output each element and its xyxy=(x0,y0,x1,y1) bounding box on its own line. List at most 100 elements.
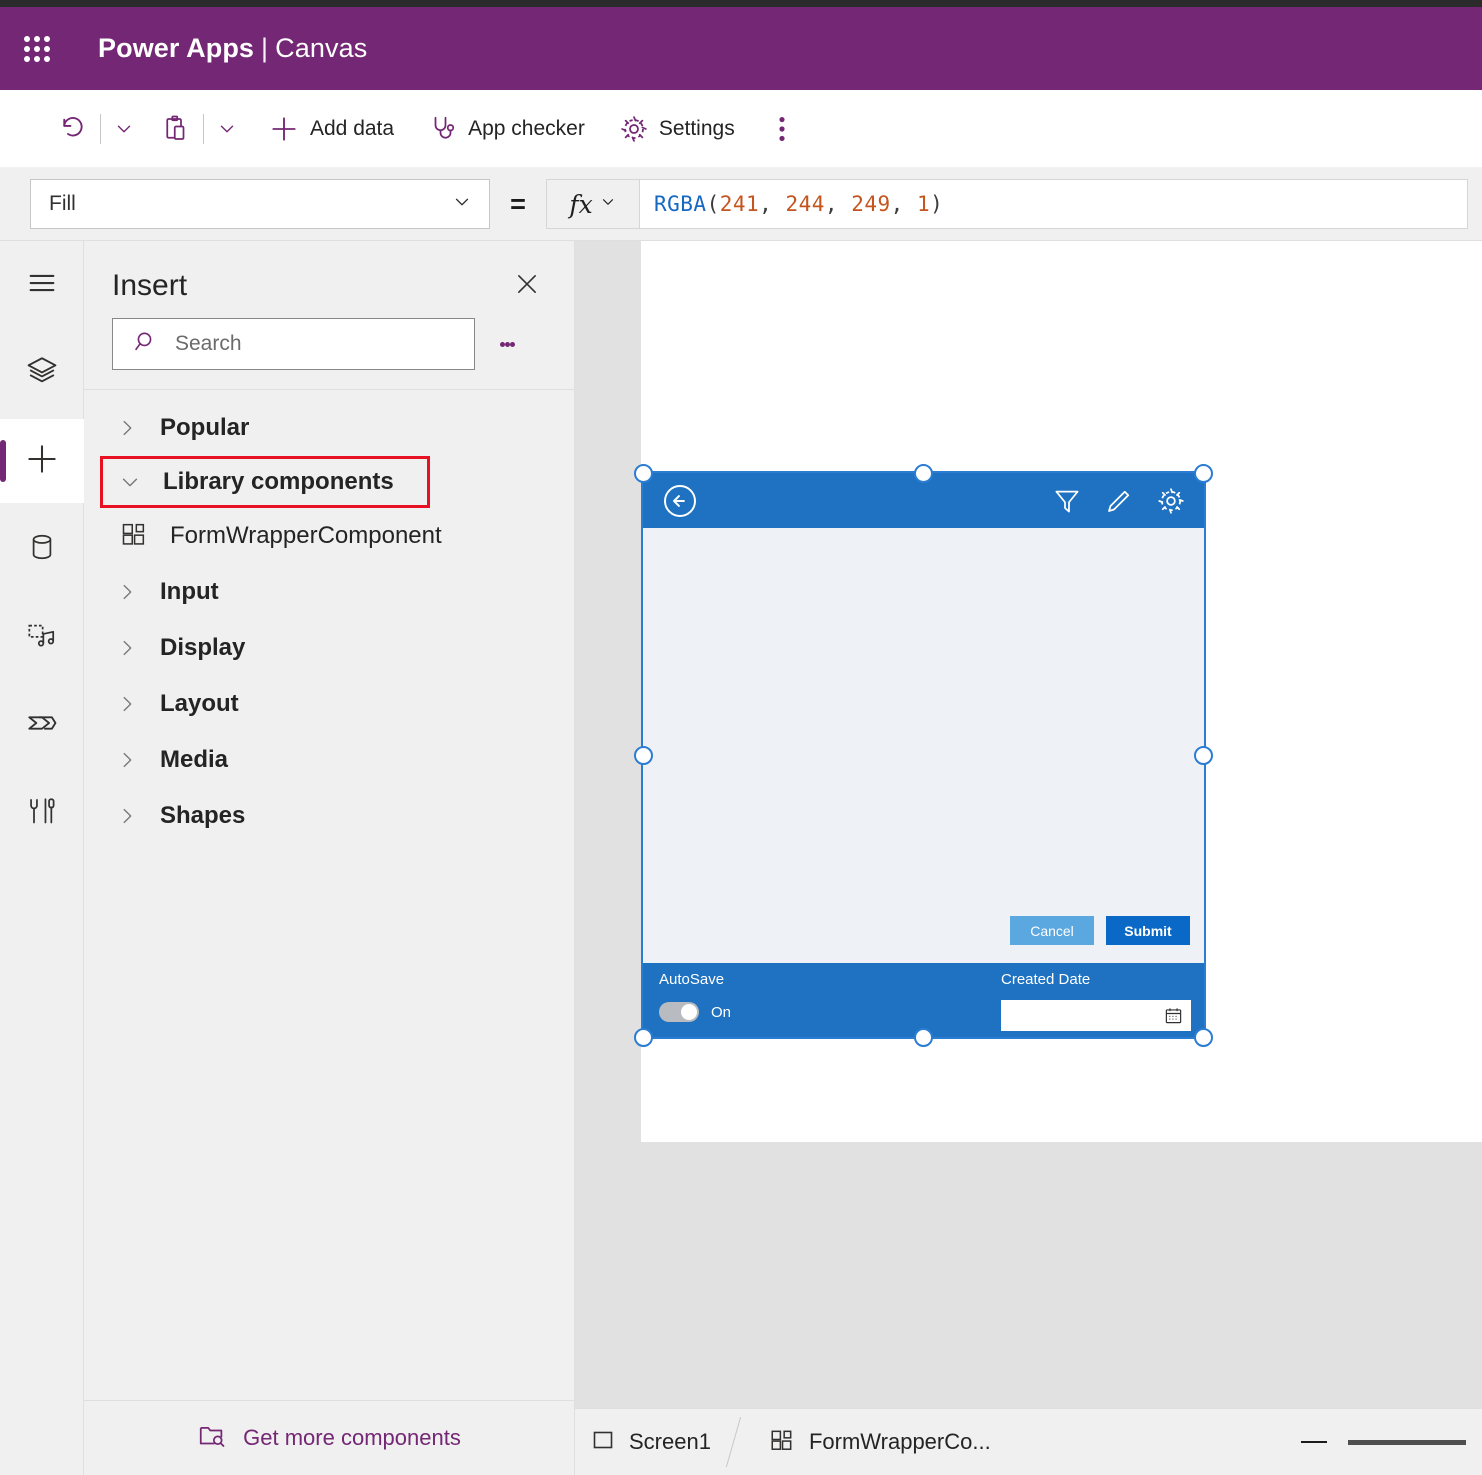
autosave-toggle[interactable] xyxy=(659,1002,699,1022)
search-box[interactable] xyxy=(112,318,475,370)
gear-icon xyxy=(619,114,649,144)
close-panel-button[interactable] xyxy=(506,265,548,307)
filter-funnel-icon[interactable] xyxy=(1052,486,1082,516)
sidebar-item-menu[interactable] xyxy=(0,243,84,327)
insert-panel-title: Insert xyxy=(112,269,187,303)
app-launcher-waffle-icon[interactable] xyxy=(24,36,50,62)
stethoscope-icon xyxy=(428,114,458,144)
library-component-formwrappercomponent[interactable]: FormWrapperComponent xyxy=(84,508,574,564)
chevron-right-icon xyxy=(116,637,160,659)
command-bar: Add data App checker Settings xyxy=(0,90,1482,168)
divider xyxy=(203,114,204,144)
divider xyxy=(100,114,101,144)
back-arrow-circle-icon[interactable] xyxy=(661,482,699,520)
sidebar-item-media[interactable] xyxy=(0,595,84,679)
status-bar: Screen1 FormWrapperCo... xyxy=(575,1408,1482,1475)
chevron-down-icon xyxy=(216,118,238,140)
zoom-out-button[interactable] xyxy=(1292,1420,1336,1464)
formula-bar: Fill = fx RGBA(241, 244, 249, 1) xyxy=(0,168,1482,241)
autosave-group: AutoSave On xyxy=(659,971,731,1022)
insert-category-library-components[interactable]: Library components xyxy=(100,456,430,508)
equals-sign: = xyxy=(490,189,546,220)
sidebar-item-tree-view[interactable] xyxy=(0,331,84,415)
category-label: Popular xyxy=(160,414,249,442)
pencil-edit-icon[interactable] xyxy=(1104,486,1134,516)
sidebar-item-power-automate[interactable] xyxy=(0,683,84,767)
sidebar-item-insert[interactable] xyxy=(0,419,84,503)
library-component-label: FormWrapperComponent xyxy=(170,522,442,550)
chevron-down-icon xyxy=(599,193,617,216)
cancel-button[interactable]: Cancel xyxy=(1010,916,1094,945)
resize-handle-bottom-right[interactable] xyxy=(1194,1028,1213,1047)
resize-handle-top-center[interactable] xyxy=(914,464,933,483)
fx-expand-button[interactable]: fx xyxy=(546,179,640,229)
selected-component[interactable]: Cancel Submit AutoSave On Created Date xyxy=(641,471,1206,1039)
add-data-button[interactable]: Add data xyxy=(260,106,402,152)
zoom-controls xyxy=(1292,1420,1482,1464)
undo-button[interactable] xyxy=(50,106,96,152)
layers-icon xyxy=(25,354,59,393)
left-rail xyxy=(0,241,84,1475)
insert-category-shapes[interactable]: Shapes xyxy=(84,788,574,844)
insert-panel-more-button[interactable] xyxy=(485,322,529,366)
kebab-menu-icon xyxy=(771,116,793,142)
paste-dropdown-button[interactable] xyxy=(208,106,246,152)
power-apps-studio: Power Apps|Canvas xyxy=(0,0,1482,1475)
command-overflow-button[interactable] xyxy=(763,106,801,152)
category-label: Shapes xyxy=(160,802,245,830)
created-date-group: Created Date xyxy=(1001,971,1191,1031)
plus-icon xyxy=(268,113,300,145)
resize-handle-top-left[interactable] xyxy=(634,464,653,483)
property-selector[interactable]: Fill xyxy=(30,179,490,229)
calendar-icon[interactable] xyxy=(1164,1006,1183,1025)
resize-handle-bottom-left[interactable] xyxy=(634,1028,653,1047)
undo-dropdown-button[interactable] xyxy=(105,106,143,152)
insert-category-popular[interactable]: Popular xyxy=(84,400,574,456)
power-automate-icon xyxy=(25,706,59,745)
insert-category-layout[interactable]: Layout xyxy=(84,676,574,732)
formula-text: RGBA(241, 244, 249, 1) xyxy=(654,192,943,216)
chevron-down-icon xyxy=(451,191,473,218)
sidebar-item-data[interactable] xyxy=(0,507,84,591)
insert-category-input[interactable]: Input xyxy=(84,564,574,620)
breadcrumb-screen1[interactable]: Screen1 xyxy=(575,1409,727,1475)
paste-button[interactable] xyxy=(153,106,199,152)
insert-category-media[interactable]: Media xyxy=(84,732,574,788)
chevron-right-icon xyxy=(116,749,160,771)
insert-category-display[interactable]: Display xyxy=(84,620,574,676)
add-data-label: Add data xyxy=(310,117,394,141)
zoom-slider[interactable] xyxy=(1348,1440,1466,1445)
form-action-buttons: Cancel Submit xyxy=(1010,916,1190,945)
get-more-components-button[interactable]: Get more components xyxy=(84,1400,574,1475)
search-input[interactable] xyxy=(175,332,430,356)
resize-handle-middle-right[interactable] xyxy=(1194,746,1213,765)
sidebar-item-advanced-tools[interactable] xyxy=(0,771,84,855)
page-title: Power Apps|Canvas xyxy=(98,33,367,64)
resize-handle-bottom-center[interactable] xyxy=(914,1028,933,1047)
settings-label: Settings xyxy=(659,117,735,141)
form-wrapper-component[interactable]: Cancel Submit AutoSave On Created Date xyxy=(643,473,1204,1037)
app-checker-button[interactable]: App checker xyxy=(420,106,593,152)
chevron-down-icon xyxy=(119,471,163,493)
gear-icon[interactable] xyxy=(1156,486,1186,516)
resize-handle-top-right[interactable] xyxy=(1194,464,1213,483)
resize-handle-middle-left[interactable] xyxy=(634,746,653,765)
category-label: Media xyxy=(160,746,228,774)
insert-panel: Insert xyxy=(84,241,575,1475)
breadcrumb-formwrappercomponent[interactable]: FormWrapperCo... xyxy=(753,1409,1007,1475)
component-icon xyxy=(769,1427,795,1458)
app-type: Canvas xyxy=(275,33,367,63)
chevron-right-icon xyxy=(116,693,160,715)
settings-button[interactable]: Settings xyxy=(611,106,743,152)
insert-category-list: Popular Library components xyxy=(84,390,574,844)
category-label: Layout xyxy=(160,690,239,718)
chevron-right-icon xyxy=(116,417,160,439)
component-icon xyxy=(120,520,148,553)
title-separator: | xyxy=(254,33,275,63)
created-date-input[interactable] xyxy=(1001,1000,1191,1031)
database-cylinder-icon xyxy=(26,531,58,568)
formula-input[interactable]: RGBA(241, 244, 249, 1) xyxy=(640,179,1468,229)
submit-button[interactable]: Submit xyxy=(1106,916,1190,945)
fx-label: fx xyxy=(569,190,592,219)
plus-icon xyxy=(23,440,61,483)
